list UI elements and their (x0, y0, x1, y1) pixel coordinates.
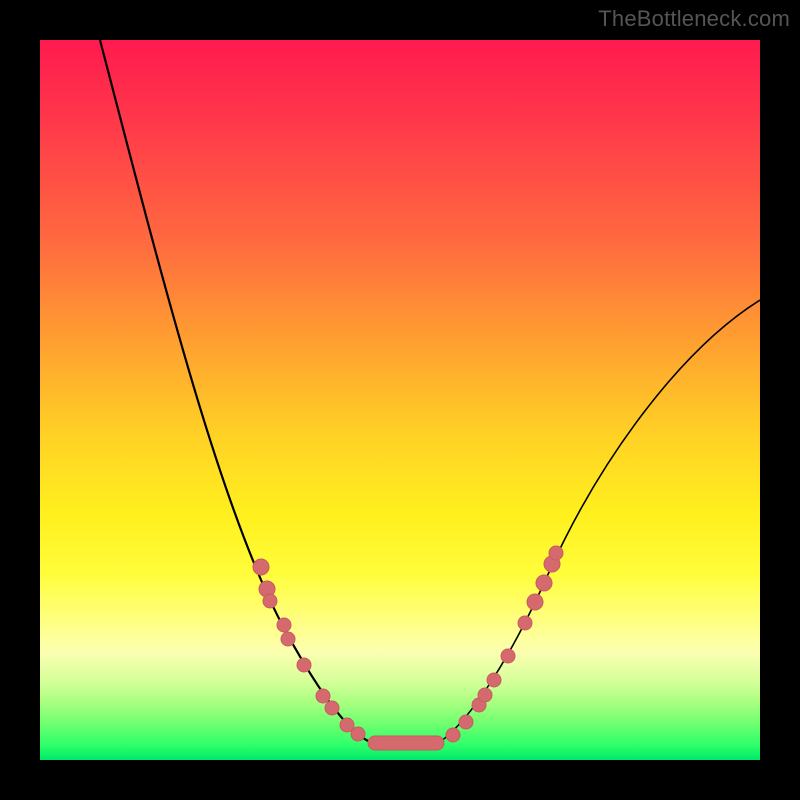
dot-left-3 (277, 618, 291, 632)
dot-right-5 (501, 649, 515, 663)
dot-right-10 (549, 546, 563, 560)
dot-left-7 (325, 701, 339, 715)
watermark-text: TheBottleneck.com (598, 6, 790, 32)
plot-area (40, 40, 760, 760)
dots-right-group (446, 546, 563, 742)
dots-left-group (253, 559, 365, 741)
dot-left-9 (351, 727, 365, 741)
chart-frame: TheBottleneck.com (0, 0, 800, 800)
dot-right-4 (487, 673, 501, 687)
dot-right-0 (446, 728, 460, 742)
dot-left-2 (263, 594, 277, 608)
dot-right-3 (478, 688, 492, 702)
dot-left-0 (253, 559, 269, 575)
dot-right-6 (518, 616, 532, 630)
flat-min-bar (368, 736, 444, 750)
dot-left-4 (281, 632, 295, 646)
dot-left-5 (297, 658, 311, 672)
dot-right-7 (527, 594, 543, 610)
dot-right-8 (536, 575, 552, 591)
left-curve (100, 40, 370, 742)
dot-left-6 (316, 689, 330, 703)
chart-svg (40, 40, 760, 760)
dot-right-1 (459, 715, 473, 729)
